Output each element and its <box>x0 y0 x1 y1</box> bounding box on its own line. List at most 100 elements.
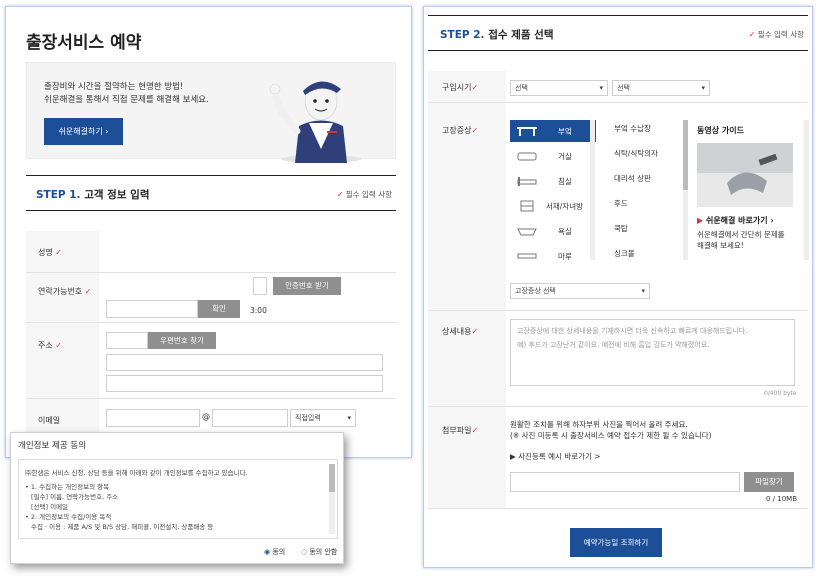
product-select-panel: STEP 2. 접수 제품 선택 ✓ 필수 입력 사항 구입시기✓ 선택 ▾ 선택… <box>423 6 813 568</box>
purchase-year-select[interactable]: 선택 ▾ <box>510 80 608 96</box>
email-domain-select[interactable]: 직접입력 ▾ <box>290 409 356 427</box>
required-note: ✓ 필수 입력 사항 <box>336 190 392 199</box>
category-kitchen[interactable]: 부엌 <box>510 120 596 142</box>
easy-fix-button[interactable]: 쉬운해결하기 › <box>44 118 123 145</box>
floor-icon <box>517 253 537 259</box>
address-line1-input[interactable] <box>106 354 383 371</box>
easy-fix-link[interactable]: ▶ 쉬운해결 바로가기 › <box>697 215 774 226</box>
scroll-thumb[interactable] <box>329 464 335 492</box>
find-file-button[interactable]: 파일찾기 <box>744 472 794 492</box>
required-note: ✓ 필수 입력 사항 <box>748 30 804 39</box>
category-scrollbar[interactable] <box>590 120 595 260</box>
email-label: 이메일 <box>38 416 61 425</box>
required-icon: ✓ <box>471 126 479 135</box>
category-bathroom[interactable]: 욕실 <box>510 220 596 242</box>
category-floor[interactable]: 마루 <box>510 245 596 267</box>
address-line2-input[interactable] <box>106 375 383 392</box>
bed-icon <box>517 177 537 186</box>
consent-line: 수집 · 이용 : 제품 A/S 및 B/S 상담, 해피콜, 이전설치, 상품… <box>31 523 214 531</box>
chevron-right-icon: › <box>770 216 774 225</box>
chevron-down-icon: ▾ <box>641 287 645 295</box>
consent-line: [선택] 이메일 <box>31 503 69 511</box>
agree-radio[interactable]: ◉ 동의 <box>264 547 285 557</box>
photo-example-link[interactable]: ▶ 사진등록 예시 바로가기 > <box>510 451 601 462</box>
popup-title: 개인정보 제공 동의 <box>18 441 86 451</box>
byte-counter: 0/400 byte <box>764 390 797 397</box>
banner-line-1: 출장비와 시간을 절약하는 현명한 방법! <box>44 82 184 92</box>
consent-line: [필수] 이름, 연락가능번호, 주소 <box>31 493 119 501</box>
purchase-date-label: 구입시기✓ <box>442 83 479 92</box>
required-icon: ✓ <box>55 341 62 350</box>
auth-timer: 3:00 <box>250 306 267 315</box>
file-path-input[interactable] <box>510 472 740 492</box>
address-label: 주소 ✓ <box>38 341 62 350</box>
auth-code-input[interactable] <box>106 300 198 318</box>
chevron-down-icon: ▾ <box>599 84 603 92</box>
phone-label: 연락가능번호 ✓ <box>38 287 92 296</box>
attachment-label: 첨부파일✓ <box>442 426 479 435</box>
easy-fix-banner: 출장비와 시간을 절약하는 현명한 방법! 쉬운해결을 통해서 직접 문제를 해… <box>26 62 396 163</box>
check-availability-button[interactable]: 예약가능일 조회하기 <box>570 528 662 557</box>
email-domain-input[interactable] <box>212 409 288 427</box>
radio-unchecked-icon: ○ <box>301 548 308 556</box>
subcategory-item[interactable]: 부엌 수납장 <box>614 123 658 148</box>
bathtub-icon <box>517 228 537 236</box>
step2-title: STEP 2. 접수 제품 선택 <box>440 29 554 41</box>
video-guide-title: 동영상 가이드 <box>697 126 744 135</box>
page-title: 출장서비스 예약 <box>26 33 142 53</box>
subcategory-item[interactable]: 쿡탑 <box>614 223 658 248</box>
category-list: 부엌 거실 침실 서재/자녀방 욕실 마루 <box>510 120 596 262</box>
step2-header: STEP 2. 접수 제품 선택 ✓ 필수 입력 사항 <box>428 15 808 51</box>
label-bg <box>428 407 506 508</box>
purchase-date-row: 구입시기✓ 선택 ▾ 선택 ▾ <box>428 71 808 103</box>
video-thumbnail[interactable] <box>697 143 793 207</box>
scroll-thumb[interactable] <box>683 120 688 190</box>
label-bg <box>26 231 99 272</box>
bookshelf-icon <box>520 200 534 212</box>
radio-checked-icon: ◉ <box>264 548 271 556</box>
symptom-label: 고장증상✓ <box>442 126 479 135</box>
required-icon: ✓ <box>471 327 479 336</box>
attachment-desc: 원활한 조치를 위해 하자부위 사진을 찍어서 올려 주세요. (※ 사진 미등… <box>510 420 712 440</box>
video-scrollbar[interactable] <box>804 120 809 260</box>
find-zipcode-button[interactable]: 우편번호 찾기 <box>148 332 216 349</box>
consent-line: • 2. 개인정보의 수집/이용 목적 <box>25 513 112 521</box>
phone-row: 연락가능번호 ✓ 인증번호 받기 확인 3:00 <box>26 273 396 323</box>
detail-textarea[interactable]: 고장증상에 대한 상세내용을 기재하시면 더욱 신속하고 빠르게 대응해드립니다… <box>510 319 795 386</box>
kitchen-icon <box>517 127 537 136</box>
subcategory-item[interactable]: 대리석 상판 <box>614 173 658 198</box>
confirm-button[interactable]: 확인 <box>198 300 240 318</box>
category-bedroom[interactable]: 침실 <box>510 170 596 192</box>
name-label: 성명 ✓ <box>38 248 62 257</box>
symptom-select[interactable]: 고장증상 선택 ▾ <box>510 283 650 299</box>
phone-input[interactable] <box>253 277 267 295</box>
subcategory-item[interactable]: 싱크볼 <box>614 248 658 273</box>
subcategory-item[interactable]: 식탁/식탁의자 <box>614 148 658 173</box>
consent-line: • 1. 수집하는 개인정보의 항목 <box>25 483 110 491</box>
detail-label: 상세내용✓ <box>442 327 479 336</box>
consent-intro: ㈜한샘은 서비스 신청, 상담 등을 위해 아래와 같이 개인정보를 수집하고 … <box>25 469 248 477</box>
privacy-consent-popup: 개인정보 제공 동의 ㈜한샘은 서비스 신청, 상담 등을 위해 아래와 같이 … <box>10 432 344 564</box>
scrollbar[interactable] <box>329 464 335 534</box>
check-icon: ✓ <box>336 190 344 199</box>
subcategory-item[interactable]: 후드 <box>614 198 658 223</box>
required-icon: ✓ <box>471 83 479 92</box>
purchase-month-select[interactable]: 선택 ▾ <box>612 80 710 96</box>
file-size-limit: 0 / 10MB <box>766 495 798 503</box>
consent-text-box: ㈜한샘은 서비스 신청, 상담 등을 위해 아래와 같이 개인정보를 수집하고 … <box>18 459 338 539</box>
step1-title: STEP 1. 고객 정보 입력 <box>36 189 150 201</box>
disagree-radio[interactable]: ○ 동의 안함 <box>301 547 337 557</box>
chevron-down-icon: ▾ <box>701 84 705 92</box>
required-icon: ✓ <box>55 248 62 257</box>
request-auth-button[interactable]: 인증번호 받기 <box>273 277 341 295</box>
subcategory-scrollbar[interactable] <box>683 120 688 260</box>
youtube-icon: ▶ <box>697 216 704 225</box>
email-id-input[interactable] <box>106 409 200 427</box>
required-icon: ✓ <box>471 426 479 435</box>
zipcode-input[interactable] <box>106 332 148 349</box>
check-icon: ✓ <box>748 30 756 39</box>
category-living[interactable]: 거실 <box>510 145 596 167</box>
category-study[interactable]: 서재/자녀방 <box>510 195 596 217</box>
at-sign: @ <box>202 412 210 421</box>
subcategory-list: 부엌 수납장 식탁/식탁의자 대리석 상판 후드 쿡탑 싱크볼 <box>614 123 658 273</box>
